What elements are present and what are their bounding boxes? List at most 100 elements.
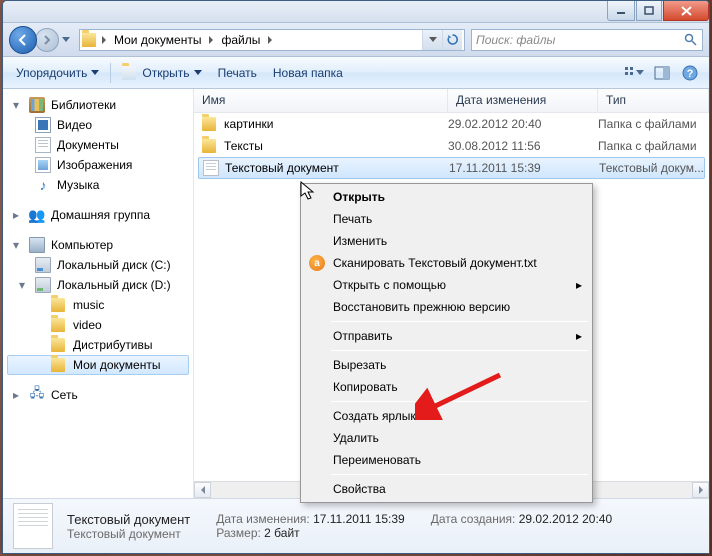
svg-text:?: ? xyxy=(687,68,694,80)
sidebar-item-images[interactable]: Изображения xyxy=(3,155,193,175)
drive-icon xyxy=(35,257,51,273)
ctx-send-to[interactable]: Отправить▸ xyxy=(303,325,590,347)
chevron-right-icon[interactable] xyxy=(264,36,276,44)
preview-pane-button[interactable] xyxy=(649,61,675,85)
ctx-properties[interactable]: Свойства xyxy=(303,478,590,500)
forward-button[interactable] xyxy=(35,28,59,52)
details-pane: Текстовый документ Текстовый документ Да… xyxy=(3,498,709,553)
sidebar-item-drive-d[interactable]: ▾Локальный диск (D:) xyxy=(3,275,193,295)
column-headers: Имя Дата изменения Тип xyxy=(194,89,709,113)
ctx-restore[interactable]: Восстановить прежнюю версию xyxy=(303,296,590,318)
sidebar-item-folder[interactable]: Мои документы xyxy=(7,355,189,375)
ctx-rename[interactable]: Переименовать xyxy=(303,449,590,471)
ctx-cut[interactable]: Вырезать xyxy=(303,354,590,376)
column-name[interactable]: Имя xyxy=(194,89,448,112)
avast-icon: a xyxy=(309,255,325,271)
file-row[interactable]: Текстовый документ 17.11.2011 15:39 Текс… xyxy=(198,157,705,179)
folder-icon xyxy=(202,138,218,154)
sidebar-item-drive-c[interactable]: Локальный диск (C:) xyxy=(3,255,193,275)
file-row[interactable]: картинки 29.02.2012 20:40 Папка с файлам… xyxy=(194,113,709,135)
label: Дата создания: xyxy=(431,512,516,526)
network-group[interactable]: ▸🖧Сеть xyxy=(3,385,193,405)
value: 29.02.2012 20:40 xyxy=(519,512,612,526)
value: 17.11.2011 15:39 xyxy=(313,512,405,526)
scroll-left-button[interactable] xyxy=(194,482,211,498)
ctx-scan[interactable]: aСканировать Текстовый документ.txt xyxy=(303,252,590,274)
sidebar-item-video[interactable]: Видео xyxy=(3,115,193,135)
nav-history-dropdown[interactable] xyxy=(59,30,73,50)
address-dropdown[interactable] xyxy=(422,30,442,50)
computer-icon xyxy=(29,237,45,253)
breadcrumb-item[interactable]: файлы xyxy=(217,30,264,50)
file-date: 29.02.2012 20:40 xyxy=(448,117,598,131)
chevron-right-icon[interactable] xyxy=(98,36,110,44)
expand-icon: ▸ xyxy=(13,388,23,402)
folder-icon xyxy=(51,357,67,373)
print-button[interactable]: Печать xyxy=(211,61,264,85)
ctx-delete[interactable]: Удалить xyxy=(303,427,590,449)
ctx-print[interactable]: Печать xyxy=(303,208,590,230)
label: Размер: xyxy=(216,526,261,540)
file-type-icon xyxy=(13,503,53,549)
open-button[interactable]: Открыть xyxy=(115,61,208,85)
ctx-copy[interactable]: Копировать xyxy=(303,376,590,398)
folder-icon xyxy=(82,32,98,48)
close-button[interactable] xyxy=(663,1,709,21)
organize-button[interactable]: Упорядочить xyxy=(9,61,106,85)
search-icon xyxy=(682,33,698,46)
details-subtitle: Текстовый документ xyxy=(67,527,190,541)
new-folder-button[interactable]: Новая папка xyxy=(266,61,350,85)
separator xyxy=(110,63,111,83)
expand-icon: ▾ xyxy=(19,278,29,292)
expand-icon: ▾ xyxy=(13,98,23,112)
ctx-shortcut[interactable]: Создать ярлык xyxy=(303,405,590,427)
homegroup[interactable]: ▸👥Домашняя группа xyxy=(3,205,193,225)
ctx-edit[interactable]: Изменить xyxy=(303,230,590,252)
view-options-button[interactable] xyxy=(621,61,647,85)
folder-icon xyxy=(51,297,67,313)
file-row[interactable]: Тексты 30.08.2012 11:56 Папка с файлами xyxy=(194,135,709,157)
libraries-group[interactable]: ▾Библиотеки xyxy=(3,95,193,115)
refresh-button[interactable] xyxy=(442,30,462,50)
images-icon xyxy=(35,157,51,173)
help-button[interactable]: ? xyxy=(677,61,703,85)
sidebar-item-music[interactable]: ♪Музыка xyxy=(3,175,193,195)
back-button[interactable] xyxy=(9,26,37,54)
address-bar[interactable]: Мои документы файлы xyxy=(79,29,465,51)
toolbar: Упорядочить Открыть Печать Новая папка ? xyxy=(3,57,709,89)
folder-icon xyxy=(51,337,67,353)
drive-icon xyxy=(35,277,51,293)
expand-icon: ▸ xyxy=(13,208,23,222)
network-icon: 🖧 xyxy=(29,387,45,403)
sidebar-item-folder[interactable]: Дистрибутивы xyxy=(3,335,193,355)
file-type: Папка с файлами xyxy=(598,117,709,131)
maximize-button[interactable] xyxy=(636,1,662,21)
ctx-open[interactable]: Открыть xyxy=(303,186,590,208)
sidebar-item-documents[interactable]: Документы xyxy=(3,135,193,155)
separator xyxy=(331,350,588,351)
ctx-open-with[interactable]: Открыть с помощью▸ xyxy=(303,274,590,296)
minimize-button[interactable] xyxy=(607,1,635,21)
navigation-bar: Мои документы файлы Поиск: файлы xyxy=(3,23,709,57)
search-input[interactable]: Поиск: файлы xyxy=(471,29,703,51)
details-title: Текстовый документ xyxy=(67,512,190,527)
column-date[interactable]: Дата изменения xyxy=(448,89,598,112)
file-date: 17.11.2011 15:39 xyxy=(449,161,599,175)
open-icon xyxy=(122,65,138,81)
file-type: Папка с файлами xyxy=(598,139,709,153)
separator xyxy=(331,321,588,322)
sidebar-item-folder[interactable]: video xyxy=(3,315,193,335)
separator xyxy=(331,474,588,475)
music-icon: ♪ xyxy=(35,177,51,193)
navigation-pane: ▾Библиотеки Видео Документы Изображения … xyxy=(3,89,194,498)
sidebar-item-folder[interactable]: music xyxy=(3,295,193,315)
submenu-arrow-icon: ▸ xyxy=(576,278,582,292)
libraries-icon xyxy=(29,97,45,113)
title-bar xyxy=(3,1,709,23)
chevron-right-icon[interactable] xyxy=(205,36,217,44)
chevron-down-icon xyxy=(194,70,202,75)
column-type[interactable]: Тип xyxy=(598,89,709,112)
scroll-right-button[interactable] xyxy=(692,482,709,498)
computer-group[interactable]: ▾Компьютер xyxy=(3,235,193,255)
breadcrumb-item[interactable]: Мои документы xyxy=(110,30,205,50)
